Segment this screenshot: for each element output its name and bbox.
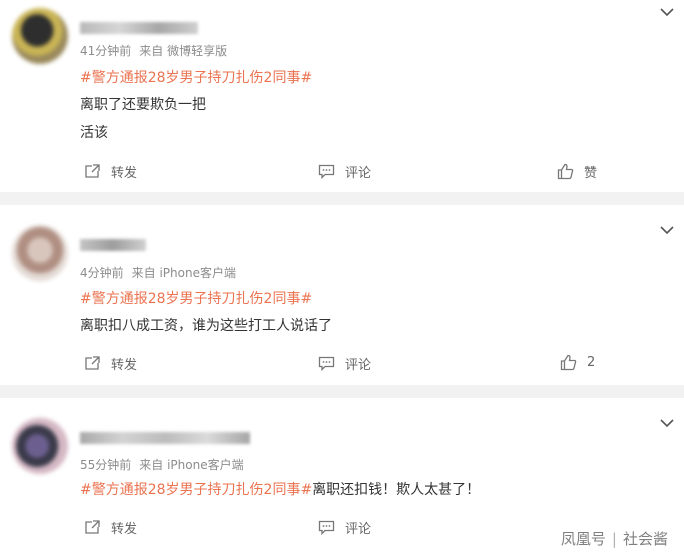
like-button[interactable]: 赞	[557, 162, 597, 181]
like-count: 2	[587, 355, 596, 370]
repost-icon	[85, 164, 100, 178]
comment-meta: 55分钟前 来自 iPhone客户端	[80, 456, 252, 473]
chevron-down-icon[interactable]	[658, 3, 676, 21]
watermark: 凤凰号 | 社会酱	[561, 528, 668, 549]
like-icon	[557, 163, 574, 180]
comment-button[interactable]: 评论	[318, 162, 371, 181]
comment-meta: 41分钟前 来自 微博轻享版	[80, 42, 235, 59]
repost-button[interactable]: 转发	[84, 162, 137, 181]
timestamp: 41分钟前	[80, 44, 132, 58]
repost-icon	[85, 356, 100, 370]
topic-hashtag[interactable]: #警方通报28岁男子持刀扎伤2同事#离职还扣钱！欺人太甚了！	[80, 479, 480, 499]
watermark-channel: 社会酱	[622, 530, 668, 548]
source: 来自 iPhone客户端	[139, 458, 244, 472]
chevron-down-icon[interactable]	[658, 221, 676, 239]
username-redacted[interactable]	[80, 432, 250, 444]
like-icon	[560, 354, 577, 371]
comment-meta: 4分钟前 来自 iPhone客户端	[80, 264, 244, 281]
repost-icon	[85, 520, 100, 534]
comment-line-2: 活该	[80, 125, 108, 141]
repost-button[interactable]: 转发	[84, 518, 137, 537]
avatar[interactable]	[12, 8, 68, 64]
username-redacted[interactable]	[80, 239, 146, 251]
topic-hashtag[interactable]: #警方通报28岁男子持刀扎伤2同事#	[80, 67, 312, 87]
timestamp: 4分钟前	[80, 266, 124, 280]
comment-line-1: 离职扣八成工资，谁为这些打工人说话了	[80, 318, 332, 334]
comment-icon	[318, 356, 335, 372]
like-button[interactable]: 2	[560, 354, 595, 371]
watermark-separator: |	[611, 530, 617, 548]
topic-hashtag[interactable]: #警方通报28岁男子持刀扎伤2同事#	[80, 288, 312, 308]
comment-button[interactable]: 评论	[318, 354, 371, 373]
username-redacted[interactable]	[80, 22, 198, 34]
timestamp: 55分钟前	[80, 458, 132, 472]
repost-button[interactable]: 转发	[84, 354, 137, 373]
comment-icon	[318, 164, 335, 180]
comment-card-1: 41分钟前 来自 微博轻享版 #警方通报28岁男子持刀扎伤2同事# 离职了还要欺负…	[0, 0, 684, 192]
chevron-down-icon[interactable]	[658, 414, 676, 432]
source: 来自 微博轻享版	[139, 44, 228, 58]
comment-line-1: 离职还扣钱！欺人太甚了！	[312, 482, 481, 498]
watermark-brand: 凤凰号	[560, 530, 606, 548]
comment-card-2: 4分钟前 来自 iPhone客户端 #警方通报28岁男子持刀扎伤2同事# 离职扣八…	[0, 205, 684, 385]
avatar[interactable]	[12, 418, 68, 474]
comment-button[interactable]: 评论	[318, 518, 371, 537]
comment-line-1: 离职了还要欺负一把	[80, 97, 206, 113]
avatar[interactable]	[12, 225, 68, 281]
source: 来自 iPhone客户端	[131, 266, 236, 280]
comment-icon	[318, 520, 335, 536]
